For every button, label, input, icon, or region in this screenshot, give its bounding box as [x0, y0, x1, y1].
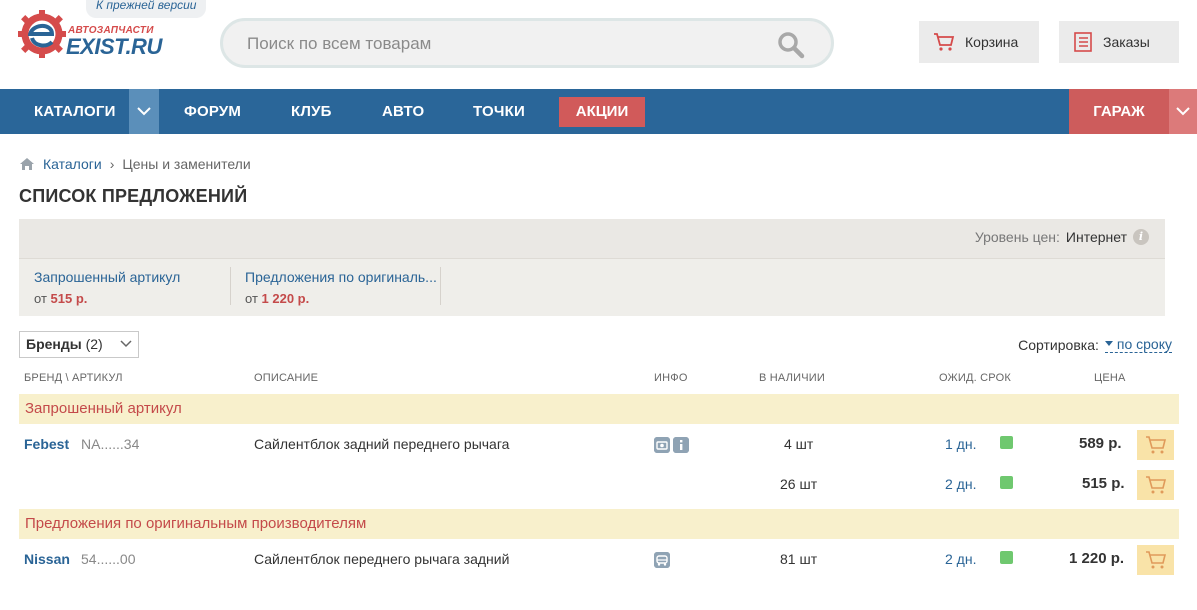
logo-wordmark: EXIST.RU: [66, 34, 162, 59]
add-to-cart-button[interactable]: [1137, 430, 1174, 460]
price-level-label: Уровень цен:: [974, 229, 1060, 245]
row-term: 2 дн.: [945, 551, 977, 567]
offer-tab-title: Запрошенный артикул: [34, 269, 181, 285]
sort-value: по сроку: [1116, 336, 1172, 352]
nav-club[interactable]: КЛУБ: [291, 89, 332, 134]
header-price[interactable]: ЦЕНА: [1094, 372, 1126, 384]
photo-icon[interactable]: [654, 437, 670, 453]
add-to-cart-icon: [1145, 476, 1166, 494]
header: АВТОЗАПЧАСТИ EXIST.RU К прежней версии П…: [0, 0, 1197, 89]
stock-indicator: [1000, 476, 1013, 489]
add-to-cart-button[interactable]: [1137, 470, 1174, 500]
offer-tab-prefix: от: [245, 291, 258, 306]
table-row: Nissan 54......00 Сайлентблок переднего …: [19, 539, 1179, 579]
header-term[interactable]: ОЖИД. СРОК: [939, 372, 1011, 384]
nav-promo[interactable]: АКЦИИ: [559, 97, 645, 127]
group-header-requested: Запрошенный артикул: [19, 394, 1179, 424]
offers-tabs: Запрошенный артикул от 515 р. Предложени…: [19, 258, 1165, 316]
nav-garage-dropdown[interactable]: [1169, 89, 1197, 134]
home-icon[interactable]: [19, 157, 35, 171]
nav-catalogs-dropdown[interactable]: [129, 89, 159, 134]
add-to-cart-icon: [1145, 436, 1166, 454]
search-box[interactable]: Поиск по всем товарам: [220, 18, 834, 68]
table-row: Febest NA......34 Сайлентблок задний пер…: [19, 424, 1179, 464]
row-article: 54......00: [81, 551, 136, 567]
offer-tab-price: 515 р.: [50, 291, 88, 306]
price-level-value[interactable]: Интернет: [1066, 229, 1127, 245]
offer-tab-original[interactable]: Предложения по оригиналь... от 1 220 р.: [245, 267, 437, 309]
row-brand[interactable]: Nissan: [24, 539, 70, 579]
sort-label: Сортировка:: [1018, 336, 1099, 353]
caret-down-icon: [1104, 341, 1113, 346]
cart-icon: [934, 33, 955, 51]
row-price: 589 р.: [1079, 435, 1122, 452]
nav-auto[interactable]: АВТО: [382, 89, 424, 134]
row-stock: 4 шт: [784, 436, 814, 452]
orders-label: Заказы: [1103, 34, 1150, 50]
divider: [440, 267, 441, 305]
info-icon[interactable]: [673, 437, 689, 453]
main-nav: КАТАЛОГИ ФОРУМ КЛУБ АВТО ТОЧКИ АКЦИИ ГАР…: [0, 89, 1197, 134]
row-brand[interactable]: Febest: [24, 424, 69, 464]
nav-garage[interactable]: ГАРАЖ: [1069, 89, 1169, 134]
old-version-link[interactable]: К прежней версии: [86, 0, 207, 18]
cart-label: Корзина: [965, 34, 1019, 50]
brands-filter[interactable]: Бренды (2): [19, 331, 139, 358]
nav-forum[interactable]: ФОРУМ: [184, 89, 241, 134]
brands-label: Бренды: [26, 336, 82, 352]
stock-indicator: [1000, 551, 1013, 564]
divider: [230, 267, 231, 305]
breadcrumb: Каталоги › Цены и заменители: [19, 154, 251, 174]
row-price: 1 220 р.: [1069, 550, 1125, 567]
logo-gear-icon: [18, 10, 66, 58]
row-description: Сайлентблок переднего рычага задний: [254, 551, 510, 567]
offer-tab-price: 1 220 р.: [261, 291, 310, 306]
price-level: Уровень цен: Интернет i: [975, 229, 1149, 245]
orders-button[interactable]: Заказы: [1059, 21, 1179, 63]
chevron-down-icon: [1176, 107, 1190, 116]
add-to-cart-button[interactable]: [1137, 545, 1174, 575]
header-brand: БРЕНД \ АРТИКУЛ: [24, 372, 123, 384]
car-icon[interactable]: [654, 552, 670, 568]
add-to-cart-icon: [1145, 551, 1166, 569]
sort-dropdown[interactable]: по сроку: [1104, 336, 1172, 353]
chevron-down-icon: [137, 107, 151, 116]
orders-list-icon: [1074, 32, 1092, 52]
offer-tab-requested[interactable]: Запрошенный артикул от 515 р.: [34, 267, 180, 309]
breadcrumb-current: Цены и заменители: [122, 156, 251, 172]
brands-count: (2): [85, 336, 103, 352]
page-title: СПИСОК ПРЕДЛОЖЕНИЙ: [19, 186, 248, 206]
row-stock: 26 шт: [780, 476, 818, 492]
offer-tab-prefix: от: [34, 291, 47, 306]
breadcrumb-separator: ›: [109, 156, 115, 172]
sort-control: Сортировка: по сроку: [1018, 336, 1172, 353]
header-description: ОПИСАНИЕ: [254, 372, 319, 384]
chevron-down-icon: [120, 340, 132, 348]
row-term: 1 дн.: [945, 436, 977, 452]
search-icon[interactable]: [777, 31, 805, 59]
table-row: 26 шт 2 дн. 515 р.: [19, 464, 1179, 504]
search-input[interactable]: Поиск по всем товарам: [247, 33, 747, 55]
header-info: ИНФО: [654, 372, 688, 384]
nav-catalogs[interactable]: КАТАЛОГИ: [34, 89, 116, 134]
group-header-original: Предложения по оригинальным производител…: [19, 509, 1179, 539]
row-price: 515 р.: [1082, 475, 1125, 492]
info-icon[interactable]: i: [1133, 229, 1149, 245]
offers-panel: Уровень цен: Интернет i Запрошенный арти…: [19, 219, 1165, 316]
breadcrumb-catalogs[interactable]: Каталоги: [43, 156, 102, 172]
row-article: NA......34: [81, 436, 140, 452]
stock-indicator: [1000, 436, 1013, 449]
row-term: 2 дн.: [945, 476, 977, 492]
nav-points[interactable]: ТОЧКИ: [473, 89, 525, 134]
row-description: Сайлентблок задний переднего рычага: [254, 436, 510, 452]
offer-tab-title: Предложения по оригиналь...: [245, 269, 437, 285]
table-header: БРЕНД \ АРТИКУЛ ОПИСАНИЕ ИНФО В НАЛИЧИИ …: [19, 372, 1165, 388]
header-stock: В НАЛИЧИИ: [759, 372, 825, 384]
cart-button[interactable]: Корзина: [919, 21, 1039, 63]
row-stock: 81 шт: [780, 551, 818, 567]
